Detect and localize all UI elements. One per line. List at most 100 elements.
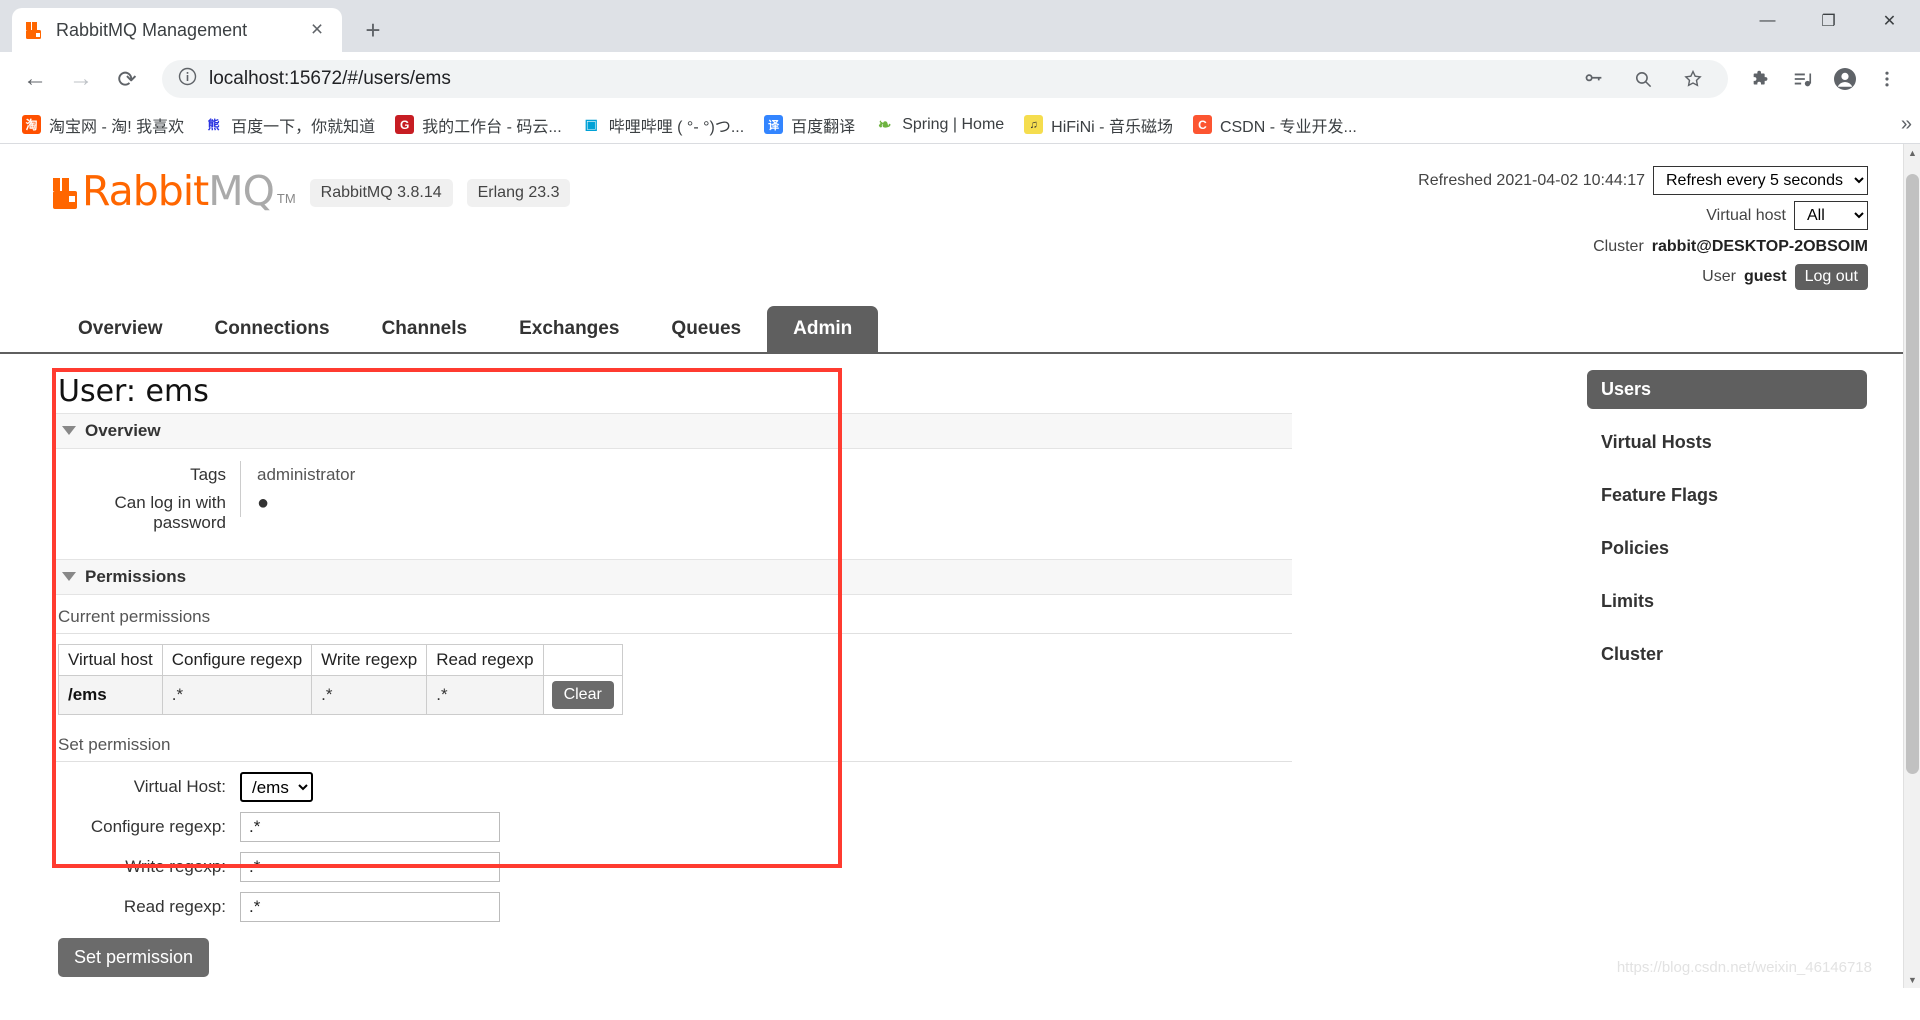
bookmark-item[interactable]: 译 百度翻译 bbox=[754, 109, 865, 141]
reload-icon[interactable]: ⟳ bbox=[106, 58, 148, 100]
rabbitmq-version-pill: RabbitMQ 3.8.14 bbox=[309, 178, 453, 207]
bookmark-item[interactable]: C CSDN - 专业开发... bbox=[1183, 109, 1367, 141]
browser-tab[interactable]: RabbitMQ Management × bbox=[12, 8, 342, 52]
tab-queues[interactable]: Queues bbox=[645, 306, 767, 352]
logo-text-mq: MQ bbox=[208, 167, 275, 215]
browser-menu-icon[interactable] bbox=[1868, 60, 1906, 98]
chevron-down-icon bbox=[62, 426, 76, 436]
bookmark-item[interactable]: G 我的工作台 - 码云... bbox=[385, 109, 572, 141]
bookmark-label: 百度一下，你就知道 bbox=[231, 118, 376, 136]
clear-permission-button[interactable]: Clear bbox=[551, 680, 614, 709]
refresh-interval-select[interactable]: Refresh every 5 seconds bbox=[1653, 166, 1868, 195]
bookmark-label: HiFiNi - 音乐磁场 bbox=[1051, 118, 1173, 136]
bookmark-item[interactable]: ▣ 哔哩哔哩 ( °- °)つ... bbox=[572, 109, 754, 141]
bilibili-icon: ▣ bbox=[581, 115, 601, 134]
sidebar-item-virtual-hosts[interactable]: Virtual Hosts bbox=[1587, 423, 1867, 462]
user-row: User guest Log out bbox=[1418, 263, 1868, 290]
password-login-value: ● bbox=[240, 488, 660, 517]
section-overview-label: Overview bbox=[85, 420, 161, 440]
configure-regexp-label: Configure regexp: bbox=[90, 816, 226, 836]
section-permissions-label: Permissions bbox=[85, 566, 187, 586]
scrollbar-thumb[interactable] bbox=[1906, 174, 1919, 774]
gitee-icon: G bbox=[395, 115, 415, 134]
password-login-label: Can log in with password bbox=[114, 492, 226, 532]
tab-exchanges[interactable]: Exchanges bbox=[493, 306, 645, 352]
rabbitmq-favicon bbox=[24, 20, 45, 41]
baidu-translate-icon: 译 bbox=[764, 115, 784, 134]
vhost-filter-select[interactable]: All bbox=[1794, 201, 1868, 230]
section-permissions[interactable]: Permissions bbox=[52, 558, 1292, 595]
app-header: Rabbit MQ TM RabbitMQ 3.8.14 Erlang 23.3… bbox=[0, 144, 1920, 296]
scroll-down-arrow-icon[interactable]: ▼ bbox=[1904, 971, 1920, 988]
col-configure-regexp: Configure regexp bbox=[161, 643, 313, 676]
info-circle-icon[interactable] bbox=[178, 67, 197, 91]
sidebar-item-feature-flags[interactable]: Feature Flags bbox=[1587, 476, 1867, 515]
page-scrollbar[interactable]: ▲ ▼ bbox=[1903, 144, 1920, 988]
url-text: localhost:15672/#/users/ems bbox=[209, 68, 451, 89]
main-column: User: ems Overview Tags administrator Ca… bbox=[52, 367, 1567, 988]
configure-regexp-input[interactable] bbox=[240, 811, 500, 842]
read-regexp-input[interactable] bbox=[240, 891, 500, 922]
bookmark-label: 哔哩哔哩 ( °- °)つ... bbox=[608, 118, 745, 136]
app-logo-row: Rabbit MQ TM RabbitMQ 3.8.14 Erlang 23.3 bbox=[52, 162, 571, 215]
write-regexp-label: Write regexp: bbox=[125, 856, 226, 876]
close-window-icon[interactable]: ✕ bbox=[1859, 0, 1920, 42]
browser-toolbar: ← → ⟳ localhost:15672/#/users/ems bbox=[0, 52, 1920, 106]
bookmark-star-icon[interactable] bbox=[1674, 60, 1712, 98]
rabbitmq-page: Rabbit MQ TM RabbitMQ 3.8.14 Erlang 23.3… bbox=[0, 144, 1920, 988]
form-row-write-regexp: Write regexp: bbox=[52, 851, 1567, 882]
profile-avatar-icon[interactable] bbox=[1826, 60, 1864, 98]
vhost-filter-label: Virtual host bbox=[1706, 206, 1786, 224]
tags-label: Tags bbox=[190, 464, 226, 484]
write-regexp-input[interactable] bbox=[240, 851, 500, 882]
tab-admin[interactable]: Admin bbox=[767, 305, 879, 352]
rabbitmq-logo[interactable]: Rabbit MQ TM bbox=[52, 167, 296, 215]
tab-connections[interactable]: Connections bbox=[189, 306, 356, 352]
logout-button[interactable]: Log out bbox=[1794, 263, 1868, 290]
baidu-icon: 熊 bbox=[204, 115, 224, 134]
bookmark-item[interactable]: 熊 百度一下，你就知道 bbox=[194, 109, 385, 141]
sidebar-item-policies[interactable]: Policies bbox=[1587, 529, 1867, 568]
sidebar-item-cluster[interactable]: Cluster bbox=[1587, 635, 1867, 674]
bookmark-item[interactable]: 淘 淘宝网 - 淘! 我喜欢 bbox=[12, 109, 194, 141]
overview-details: Tags administrator Can log in with passw… bbox=[52, 460, 1567, 537]
scroll-up-arrow-icon[interactable]: ▲ bbox=[1904, 144, 1920, 161]
vhost-row: Virtual host All bbox=[1418, 201, 1868, 230]
table-header-row: Virtual host Configure regexp Write rege… bbox=[58, 643, 623, 676]
key-icon[interactable] bbox=[1574, 60, 1612, 98]
virtual-host-label: Virtual Host: bbox=[133, 776, 226, 796]
tab-overview[interactable]: Overview bbox=[52, 306, 189, 352]
close-tab-icon[interactable]: × bbox=[304, 17, 330, 43]
erlang-version-pill: Erlang 23.3 bbox=[466, 178, 571, 207]
new-tab-button[interactable]: + bbox=[356, 13, 390, 47]
zoom-icon[interactable] bbox=[1624, 60, 1662, 98]
cluster-label: Cluster bbox=[1593, 238, 1644, 255]
csdn-icon: C bbox=[1192, 115, 1212, 134]
section-overview[interactable]: Overview bbox=[52, 412, 1292, 449]
chevron-down-icon bbox=[62, 572, 76, 582]
read-regexp-label: Read regexp: bbox=[123, 896, 226, 916]
minimize-icon[interactable]: — bbox=[1737, 0, 1798, 42]
maximize-icon[interactable]: ❐ bbox=[1798, 0, 1859, 42]
media-list-icon[interactable] bbox=[1784, 60, 1822, 98]
bookmark-item[interactable]: ❧ Spring | Home bbox=[865, 111, 1014, 138]
set-permission-label: Set permission bbox=[52, 723, 1292, 762]
taobao-icon: 淘 bbox=[22, 115, 41, 134]
refreshed-timestamp: Refreshed 2021-04-02 10:44:17 bbox=[1418, 171, 1645, 189]
bookmarks-overflow-icon[interactable]: » bbox=[1901, 113, 1912, 136]
forward-icon[interactable]: → bbox=[60, 58, 102, 100]
address-bar[interactable]: localhost:15672/#/users/ems bbox=[162, 60, 1728, 98]
sidebar-item-users[interactable]: Users bbox=[1587, 369, 1867, 409]
sidebar-item-limits[interactable]: Limits bbox=[1587, 582, 1867, 621]
set-permission-button[interactable]: Set permission bbox=[58, 937, 210, 977]
bookmark-label: Spring | Home bbox=[902, 115, 1005, 133]
cell-configure-regexp: .* bbox=[161, 674, 313, 715]
back-icon[interactable]: ← bbox=[14, 58, 56, 100]
detail-row: Tags administrator bbox=[52, 460, 1567, 489]
virtual-host-select[interactable]: /ems bbox=[240, 771, 313, 802]
cell-read-regexp: .* bbox=[426, 674, 544, 715]
bookmark-item[interactable]: ♫ HiFiNi - 音乐磁场 bbox=[1014, 109, 1183, 141]
tab-channels[interactable]: Channels bbox=[356, 306, 494, 352]
extensions-puzzle-icon[interactable] bbox=[1742, 60, 1780, 98]
header-right-panel: Refreshed 2021-04-02 10:44:17 Refresh ev… bbox=[1418, 162, 1868, 296]
